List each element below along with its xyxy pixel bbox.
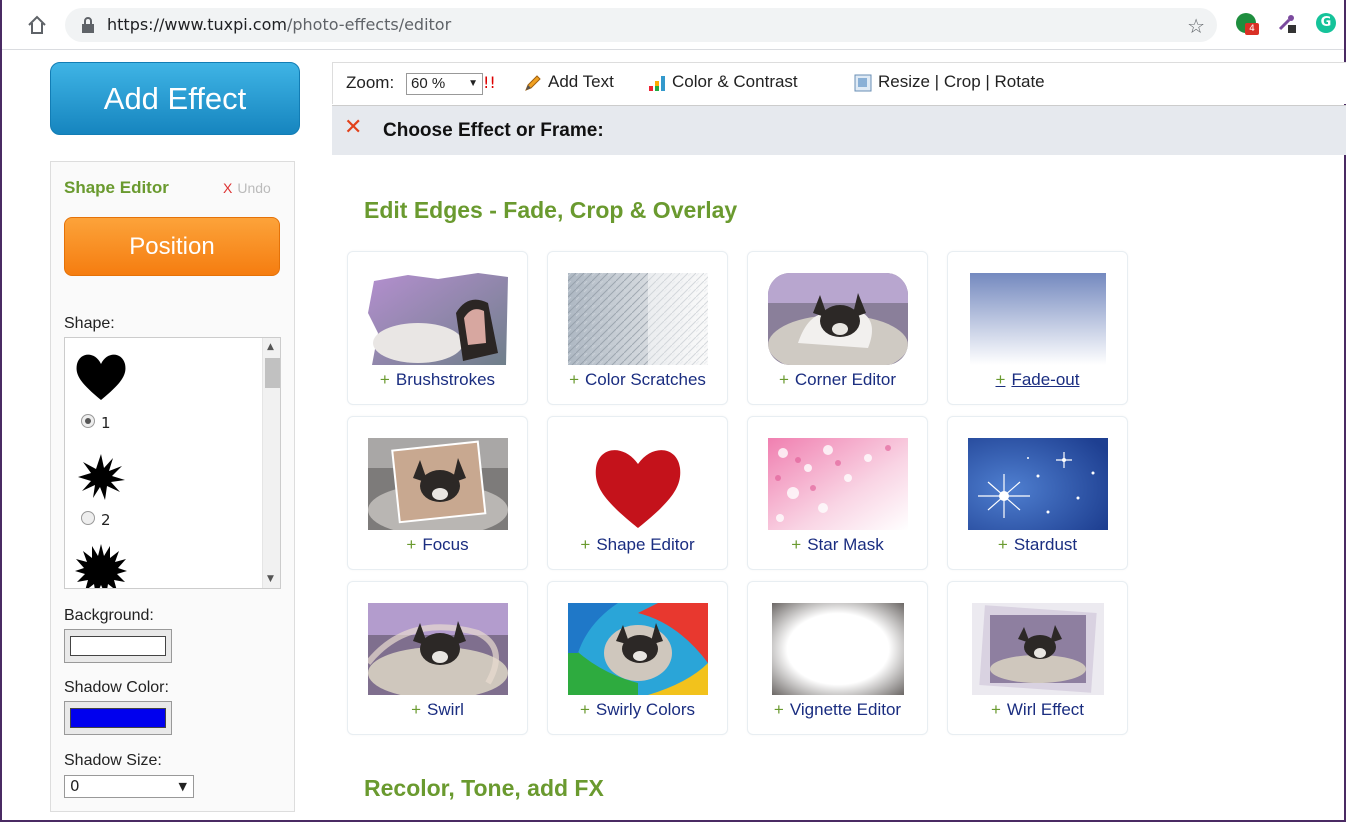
effect-label: + Focus [406, 535, 469, 554]
effect-label: + Wirl Effect [990, 700, 1085, 719]
shape-option-2[interactable]: 2 [75, 454, 127, 529]
lock-icon [82, 17, 94, 33]
section-title-edges: Edit Edges - Fade, Crop & Overlay [364, 197, 738, 223]
heart-shape-icon [76, 354, 126, 400]
eyedropper-extension-icon[interactable] [1276, 13, 1296, 33]
shape-radio-1[interactable] [81, 414, 95, 428]
home-icon[interactable] [26, 14, 48, 36]
zoom-label: Zoom: [346, 73, 395, 92]
zoom-warning: !! [483, 73, 496, 92]
scroll-thumb[interactable] [265, 358, 280, 388]
add-effect-button[interactable]: Add Effect [50, 62, 300, 135]
effect-label: + Color Scratches [569, 370, 706, 389]
effect-card-focus[interactable]: + Focus [347, 416, 528, 570]
zoom-select[interactable]: 60 % ▼ [406, 73, 483, 95]
choose-effect-title: Choose Effect or Frame: [383, 120, 604, 141]
stardust-thumbnail [968, 438, 1108, 530]
color-contrast-tool[interactable]: Color & Contrast [648, 72, 798, 92]
effect-card-swirly-colors[interactable]: + Swirly Colors [547, 581, 728, 735]
shape-editor-panel: Shape Editor X Undo Position Shape: 1 2 ▲ [50, 161, 295, 812]
fade-out-thumbnail [970, 273, 1106, 365]
brushstrokes-thumbnail [368, 273, 508, 365]
effect-card-corner-editor[interactable]: + Corner Editor [747, 251, 928, 405]
effect-card-wirl-effect[interactable]: + Wirl Effect [947, 581, 1128, 735]
undo-x-icon: X [223, 180, 233, 196]
vignette-thumbnail [772, 603, 904, 695]
chevron-down-icon: ▼ [468, 78, 478, 89]
shadow-size-select[interactable]: 0 ▼ [64, 775, 194, 798]
section-title-recolor: Recolor, Tone, add FX [364, 775, 604, 801]
background-color-picker[interactable] [64, 629, 172, 663]
shape-option-1[interactable]: 1 [75, 352, 127, 432]
background-swatch [70, 636, 166, 656]
effect-card-shape-editor[interactable]: + Shape Editor [547, 416, 728, 570]
wirl-effect-thumbnail [972, 603, 1104, 695]
effect-card-brushstrokes[interactable]: + Brushstrokes [347, 251, 528, 405]
chevron-down-icon: ▼ [178, 780, 187, 793]
undo-button[interactable]: X Undo [223, 180, 271, 196]
shape-list[interactable]: 1 2 ▲ ▼ [64, 337, 281, 589]
shape-option-3[interactable] [75, 544, 127, 588]
pencil-icon [525, 74, 541, 91]
shadow-size-label: Shadow Size: [64, 752, 162, 769]
browser-toolbar: https://www.tuxpi.com/photo-effects/edit… [2, 0, 1344, 50]
heart-thumbnail-icon [595, 450, 681, 528]
effect-label: + Stardust [997, 535, 1078, 554]
effect-label: + Corner Editor [778, 370, 897, 389]
bookmark-star-icon[interactable]: ☆ [1187, 14, 1205, 38]
color-scratches-thumbnail [568, 273, 708, 365]
resize-crop-rotate-tool[interactable]: Resize | Crop | Rotate [854, 72, 1045, 92]
shape-number: 2 [101, 511, 111, 529]
effect-card-star-mask[interactable]: + Star Mask [747, 416, 928, 570]
effect-label: + Vignette Editor [773, 700, 902, 719]
shape-list-scrollbar[interactable]: ▲ ▼ [262, 338, 280, 588]
effect-card-fade-out[interactable]: + Fade-out [947, 251, 1128, 405]
corner-editor-thumbnail [768, 273, 908, 365]
url-text: https://www.tuxpi.com/photo-effects/edit… [107, 15, 452, 34]
shadow-color-picker[interactable] [64, 701, 172, 735]
scroll-down-arrow-icon[interactable]: ▼ [267, 574, 274, 584]
resize-icon [854, 74, 872, 92]
swirl-thumbnail [368, 603, 508, 695]
position-button[interactable]: Position [64, 217, 280, 276]
panel-title: Shape Editor [64, 178, 169, 197]
shape-number: 1 [101, 414, 111, 432]
shape-radio-2[interactable] [81, 511, 95, 525]
add-text-tool[interactable]: Add Text [524, 72, 614, 92]
effect-card-stardust[interactable]: + Stardust [947, 416, 1128, 570]
effect-label: + Brushstrokes [379, 370, 496, 389]
effect-card-swirl[interactable]: + Swirl [347, 581, 528, 735]
editor-toolbar: Zoom: 60 % ▼ !! Add Text Color & Contras… [332, 62, 1346, 104]
effect-label: + Star Mask [791, 535, 884, 554]
swirly-colors-thumbnail [568, 603, 708, 695]
effect-card-vignette-editor[interactable]: + Vignette Editor [747, 581, 928, 735]
star-mask-thumbnail [768, 438, 908, 530]
effect-label: + Shape Editor [580, 535, 695, 554]
focus-thumbnail [368, 438, 508, 530]
extension-icon-1[interactable]: 4 [1236, 13, 1259, 35]
color-bars-icon [649, 75, 665, 91]
close-icon[interactable]: ✕ [344, 115, 362, 140]
effect-label: + Fade-out [995, 370, 1080, 389]
shadow-color-label: Shadow Color: [64, 679, 169, 696]
grammarly-icon[interactable]: G [1316, 13, 1336, 33]
effect-label: + Swirl [411, 700, 464, 719]
extension-badge: 4 [1245, 23, 1259, 35]
choose-effect-header: ✕ Choose Effect or Frame: [332, 105, 1346, 155]
effect-label: + Swirly Colors [579, 700, 696, 719]
effect-card-color-scratches[interactable]: + Color Scratches [547, 251, 728, 405]
address-bar[interactable]: https://www.tuxpi.com/photo-effects/edit… [65, 8, 1217, 42]
sunburst-shape-icon [75, 544, 127, 588]
starburst-shape-icon [78, 454, 125, 500]
scroll-up-arrow-icon[interactable]: ▲ [267, 342, 274, 352]
shadow-color-swatch [70, 708, 166, 728]
shape-label: Shape: [64, 315, 115, 332]
background-label: Background: [64, 607, 154, 624]
